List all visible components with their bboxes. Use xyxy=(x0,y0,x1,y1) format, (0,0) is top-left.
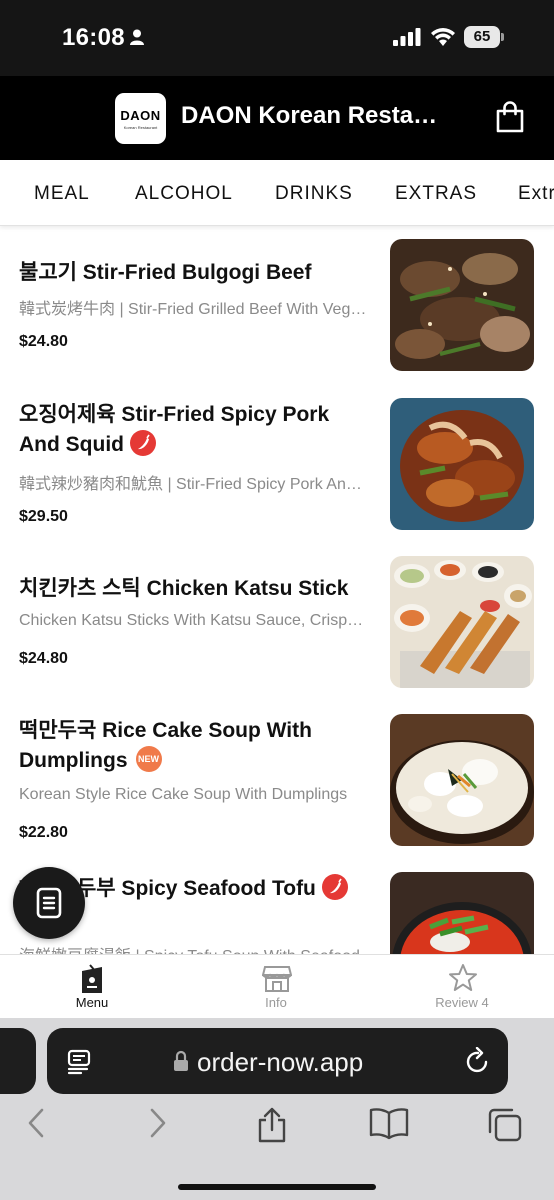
menu-item-description: 韓式辣炒豬肉和魷魚 | Stir-Fried Spicy Pork And Sq… xyxy=(19,476,369,493)
menu-item-price: $24.80 xyxy=(19,333,68,350)
nav-review-tab[interactable]: Review 4 xyxy=(402,955,522,1019)
tab-extras-2[interactable]: Extras xyxy=(518,183,554,205)
menu-item-description: Korean Style Rice Cake Soup With Dumplin… xyxy=(19,786,348,803)
menu-item-photo xyxy=(390,239,534,371)
menu-item-price: $24.80 xyxy=(19,650,68,667)
menu-item-photo xyxy=(390,714,534,846)
star-icon xyxy=(449,964,477,991)
share-icon[interactable] xyxy=(256,1106,288,1149)
bookmarks-icon[interactable] xyxy=(369,1106,409,1145)
battery-icon: 65 xyxy=(464,26,504,48)
nav-menu-label: Menu xyxy=(75,995,109,1010)
nav-info-label: Info xyxy=(265,995,287,1010)
menu-item-photo xyxy=(390,556,534,688)
forward-chevron-icon[interactable] xyxy=(146,1106,168,1145)
home-indicator xyxy=(178,1184,376,1190)
reload-icon[interactable] xyxy=(465,1046,491,1080)
menu-item-description: 韓式炭烤牛肉 | Stir-Fried Grilled Beef With Ve… xyxy=(19,301,369,318)
floating-menu-button[interactable] xyxy=(13,867,85,939)
menu-item-description: Chicken Katsu Sticks With Katsu Sauce, C… xyxy=(19,612,369,629)
restaurant-title: DAON Korean Restaurant xyxy=(181,102,441,129)
menu-item-name: 치킨카츠 스틱 Chicken Katsu Stick xyxy=(19,577,349,600)
battery-level: 65 xyxy=(464,26,500,48)
new-badge: NEW xyxy=(135,746,162,773)
menu-book-icon xyxy=(82,964,102,993)
previous-tab-edge[interactable] xyxy=(0,1028,36,1094)
back-chevron-icon[interactable] xyxy=(26,1106,48,1145)
logo-subtext: Korean Restaurant xyxy=(123,125,158,130)
menu-item-description: 海鮮嫩豆腐湯飯 | Spicy Tofu Soup With Seafood xyxy=(19,942,369,954)
category-tabs: MEAL ALCOHOL DRINKS EXTRAS Extras xyxy=(0,160,554,226)
chili-pepper-icon xyxy=(321,874,348,901)
logo-text: DAON xyxy=(120,108,161,123)
menu-item-photo xyxy=(390,398,534,530)
reader-icon[interactable] xyxy=(67,1049,93,1080)
menu-item-price: $22.80 xyxy=(19,824,68,841)
store-icon xyxy=(262,966,292,992)
menu-item-name-text: 오징어제육 Stir-Fried Spicy Pork And Squid xyxy=(19,403,330,456)
menu-item-name: 떡만두국 Rice Cake Soup With Dumplings NEW xyxy=(19,716,369,776)
document-icon xyxy=(36,887,62,919)
nav-menu-tab[interactable]: Menu xyxy=(32,955,152,1019)
menu-item-name-text: 떡만두국 Rice Cake Soup With Dumplings xyxy=(19,719,312,772)
lock-icon xyxy=(173,1050,189,1077)
tab-alcohol[interactable]: ALCOHOL xyxy=(135,183,233,205)
menu-item-photo xyxy=(390,872,534,954)
tab-drinks[interactable]: DRINKS xyxy=(275,183,353,205)
menu-item-price: $29.50 xyxy=(19,508,68,525)
tab-extras[interactable]: EXTRAS xyxy=(395,183,477,205)
bottom-navigation: Menu Info Review 4 xyxy=(0,954,554,1018)
restaurant-header: DAON Korean Restaurant DAON Korean Resta… xyxy=(0,76,554,160)
status-bar: 16:08 65 xyxy=(0,0,554,76)
nav-info-tab[interactable]: Info xyxy=(216,955,336,1019)
tabs-icon[interactable] xyxy=(486,1106,524,1149)
browser-chrome: order-now.app xyxy=(0,1018,554,1200)
signal-icon xyxy=(393,28,421,51)
status-time: 16:08 xyxy=(62,24,125,51)
person-icon xyxy=(130,29,144,50)
chili-pepper-icon xyxy=(129,430,156,457)
address-bar[interactable]: order-now.app xyxy=(47,1028,508,1094)
menu-item-name: 불고기 Stir-Fried Bulgogi Beef xyxy=(19,261,312,284)
nav-review-label: Review 4 xyxy=(435,995,489,1010)
cart-bag-icon[interactable] xyxy=(495,101,525,138)
wifi-icon xyxy=(430,27,456,51)
url-text: order-now.app xyxy=(197,1047,364,1077)
menu-list: 불고기 Stir-Fried Bulgogi Beef 韓式炭烤牛肉 | Sti… xyxy=(0,226,554,954)
menu-item-name: 오징어제육 Stir-Fried Spicy Pork And Squid xyxy=(19,400,369,460)
restaurant-logo: DAON Korean Restaurant xyxy=(115,93,166,144)
tab-meal[interactable]: MEAL xyxy=(34,183,90,205)
